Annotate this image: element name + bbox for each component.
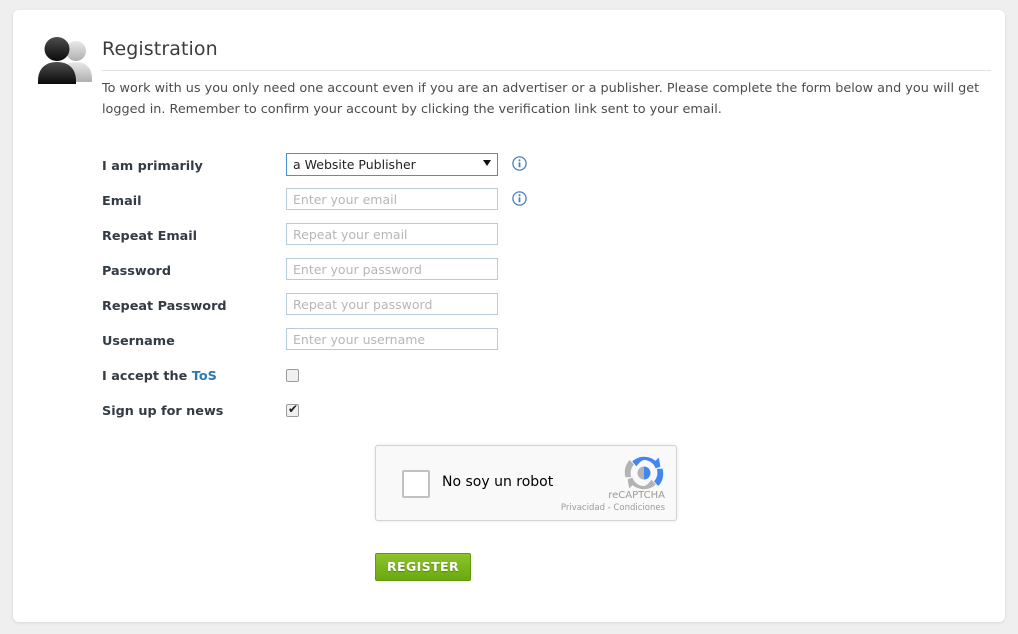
form-row-tos: I accept the ToS [102, 363, 982, 398]
form-row-newsletter: Sign up for news [102, 398, 982, 433]
username-input[interactable] [286, 328, 498, 350]
recaptcha-label: No soy un robot [442, 474, 554, 490]
recaptcha-logo-icon [623, 455, 665, 491]
intro-text: To work with us you only need one accoun… [102, 81, 980, 117]
label-i-am-primarily: I am primarily [102, 159, 203, 174]
recaptcha-legal[interactable]: Privacidad - Condiciones [505, 503, 665, 513]
control-repeat-password [286, 293, 498, 315]
email-input[interactable] [286, 188, 498, 210]
label-repeat-password: Repeat Password [102, 299, 227, 314]
info-icon-email[interactable] [512, 191, 527, 206]
control-i-am-primarily: a Website Publisher [286, 153, 498, 176]
control-email [286, 188, 498, 210]
label-repeat-email: Repeat Email [102, 229, 198, 244]
control-repeat-email [286, 223, 498, 245]
repeat-email-input[interactable] [286, 223, 498, 245]
control-password [286, 258, 498, 280]
form-row-username: Username [102, 328, 982, 363]
registration-form: I am primarily a Website Publisher Email… [102, 153, 982, 581]
title-divider [102, 70, 991, 71]
primarily-select[interactable]: a Website Publisher [286, 153, 498, 176]
page-title: Registration [102, 38, 218, 60]
control-username [286, 328, 498, 350]
label-signup-news: Sign up for news [102, 404, 224, 419]
label-email: Email [102, 194, 142, 209]
tos-link[interactable]: ToS [192, 369, 217, 384]
label-username: Username [102, 334, 175, 349]
form-row-password: Password [102, 258, 982, 293]
form-row-repeat-email: Repeat Email [102, 223, 982, 258]
registration-card: Registration To work with us you only ne… [13, 10, 1005, 622]
repeat-password-input[interactable] [286, 293, 498, 315]
recaptcha-brand: reCAPTCHA [608, 490, 665, 501]
label-password: Password [102, 264, 171, 279]
users-icon [35, 34, 97, 86]
form-row-email: Email [102, 188, 982, 223]
form-row-repeat-password: Repeat Password [102, 293, 982, 328]
tos-checkbox[interactable] [286, 369, 299, 382]
password-input[interactable] [286, 258, 498, 280]
info-icon-primarily[interactable] [512, 156, 527, 171]
label-accept-tos: I accept the ToS [102, 369, 217, 384]
register-button[interactable]: REGISTER [375, 553, 471, 581]
page-root: Registration To work with us you only ne… [0, 0, 1018, 634]
newsletter-checkbox[interactable] [286, 402, 299, 417]
recaptcha-checkbox[interactable] [402, 470, 430, 498]
tos-label-prefix: I accept the [102, 369, 192, 384]
recaptcha-widget[interactable]: No soy un robot reCAPTCHA Privacidad - C… [375, 445, 677, 521]
form-row-primarily: I am primarily a Website Publisher [102, 153, 982, 188]
